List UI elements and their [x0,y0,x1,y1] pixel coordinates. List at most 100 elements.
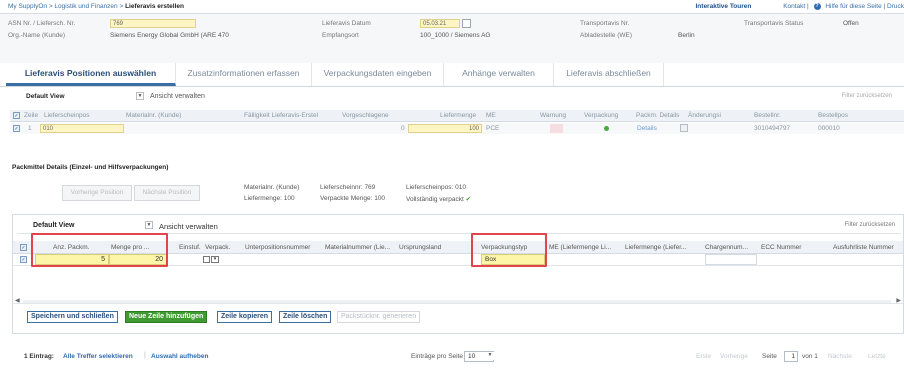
top-bar: My SupplyOn > Logistik und Finanzen > Li… [0,0,904,14]
help-icon: ? [813,3,821,10]
reset-filter-link[interactable]: Filter zurücksetzen [842,93,892,99]
col-pack-details[interactable]: Packm. Details [636,112,679,119]
manage-views-menu[interactable]: Ansicht verwalten [150,93,205,100]
select-all-checkbox[interactable]: ✓ [13,112,20,119]
prev-position-button[interactable]: Vorherige Position [62,185,132,201]
interactive-tours-link[interactable]: Interaktive Touren [696,3,752,10]
col-order-pos[interactable]: Bestellpos [818,112,848,119]
col-level[interactable]: Einstuf. [179,244,201,251]
contact-link[interactable]: Kontakt | [783,3,809,10]
highlight-quantity-columns [31,233,168,267]
col-unit[interactable]: ME [486,112,496,119]
complete-label: Vollständig verpackt [406,196,464,203]
col-warning[interactable]: Warnung [540,112,566,119]
chevron-down-icon[interactable]: ▼ [486,352,494,360]
material-info: Materialnr. (Kunde) [244,184,300,191]
table-row[interactable]: ✓ 1 010 0 100 PCE Details 3010494797 000… [10,123,904,134]
tab-additional-info[interactable]: Zusatzinformationen erfassen [176,63,312,86]
packing-title: Packmittel Details (Einzel- und Hilfsver… [12,164,169,171]
chevron-down-icon[interactable]: ▼ [145,221,153,229]
row-details-link[interactable]: Details [637,125,657,132]
chevron-down-icon[interactable]: ▼ [136,92,144,100]
scroll-left-icon[interactable]: ◀ [15,297,20,304]
last-page-link[interactable]: Letzte [868,353,886,360]
packing-row-checkbox[interactable]: ✓ [20,256,27,263]
checkmark-icon: ✔ [465,196,472,203]
packing-reset-filter-link[interactable]: Filter zurücksetzen [845,222,895,228]
help-link[interactable]: Hilfe für diese Seite | Druck [825,3,904,10]
view-select[interactable]: Default View [26,93,65,100]
row-unit: PCE [486,125,500,132]
scroll-right-icon[interactable]: ▶ [896,297,901,304]
date-field[interactable]: 05.03.21 [420,19,460,28]
positions-viewbar: Default View ▼ Ansicht verwalten Filter … [10,90,894,104]
packed-info: Verpackte Menge: 100 [320,195,386,202]
calendar-icon[interactable] [462,19,471,28]
breadcrumb: My SupplyOn > Logistik und Finanzen > Li… [8,3,184,10]
col-suggested[interactable]: Vorgeschlagene [342,112,389,119]
slip-info: Lieferscheinnr: 769 [320,184,376,191]
col-material-supplier[interactable]: Materialnummer (Lie... [325,244,390,251]
qty-info: Liefermenge: 100 [244,195,295,202]
batch-field[interactable] [705,254,757,265]
save-close-button[interactable]: Speichern und schließen [27,311,118,323]
packing-manage-views-menu[interactable]: Ansicht verwalten [159,222,218,231]
tab-finish[interactable]: Lieferavis abschließen [554,63,664,86]
tab-select-positions[interactable]: Lieferavis Positionen auswählen [6,63,176,86]
col-unit-li[interactable]: ME (Liefermenge Li... [549,244,611,251]
pack-dropdown[interactable]: ▾ [211,256,219,263]
col-origin[interactable]: Ursprungsland [399,244,441,251]
row-qty[interactable]: 100 [408,124,482,133]
col-ecc[interactable]: ECC Nummer [761,244,801,251]
add-row-button[interactable]: Neue Zeile hinzufügen [125,311,208,323]
col-batch[interactable]: Chargennum... [705,244,748,251]
org-label: Org.-Name (Kunde) [8,32,66,39]
row-suggested: 0 [401,125,405,132]
row-order: 3010494797 [754,125,791,132]
col-slip-pos[interactable]: Lieferscheinpos [44,112,90,119]
col-due[interactable]: Fälligkeit Lieferavis-Erstel [244,112,318,119]
col-export[interactable]: Ausfuhrliste Nummer [833,244,894,251]
col-line[interactable]: Zeile [24,112,38,119]
col-pack[interactable]: Verpack. [205,244,230,251]
col-packaging[interactable]: Verpackung [584,112,618,119]
next-page-link[interactable]: Nächste [828,353,852,360]
page-input[interactable]: 1 [784,351,798,362]
horizontal-scrollbar[interactable] [23,300,891,303]
footer-divider: | [144,352,146,359]
row-warning [550,124,563,133]
col-material[interactable]: Materialnr. (Kunde) [126,112,181,119]
select-all-link[interactable]: Alle Treffer selektieren [63,353,133,360]
deselect-link[interactable]: Auswahl aufheben [151,353,208,360]
first-page-link[interactable]: Erste [696,353,711,360]
asn-field[interactable]: 769 [110,19,196,28]
col-order[interactable]: Bestellnr. [754,112,781,119]
row-slip-pos[interactable]: 010 [40,124,124,133]
complete-info: Vollständig verpackt ✔ [406,195,471,203]
row-change-checkbox[interactable] [680,124,688,132]
slippos-info: Lieferscheinpos: 010 [406,184,466,191]
prev-page-link[interactable]: Vorherige [720,353,748,360]
packing-view-select[interactable]: Default View [33,222,75,229]
unload-label: Abladestelle (WE) [580,32,633,39]
col-qty[interactable]: Liefermenge [440,112,476,119]
col-qty-li[interactable]: Liefermenge (Liefer... [625,244,686,251]
tab-attachments[interactable]: Anhänge verwalten [444,63,554,86]
scroll-divider [13,303,903,304]
next-position-button[interactable]: Nächste Position [134,185,200,201]
receiver-value: 100_1000 / Siemens AG [420,32,491,39]
packing-select-all-checkbox[interactable]: ✓ [20,244,27,251]
col-subposition[interactable]: Unterpositionsnummer [245,244,310,251]
status-value: Offen [843,20,859,27]
level-checkbox[interactable] [203,256,210,263]
action-bar: Speichern und schließen Neue Zeile hinzu… [17,309,897,325]
col-change[interactable]: Änderungsi [688,112,721,119]
tab-packaging-data[interactable]: Verpackungsdaten eingeben [312,63,444,86]
row-line: 1 [28,125,32,132]
copy-row-button[interactable]: Zeile kopieren [217,311,273,323]
generate-package-button[interactable]: Packstücknr. generieren [337,311,421,323]
breadcrumb-path[interactable]: My SupplyOn > Logistik und Finanzen > [8,3,123,10]
delete-row-button[interactable]: Zeile löschen [279,311,332,323]
top-links: Interaktive Touren Kontakt | ? Hilfe für… [696,3,904,10]
row-checkbox[interactable]: ✓ [13,125,20,132]
